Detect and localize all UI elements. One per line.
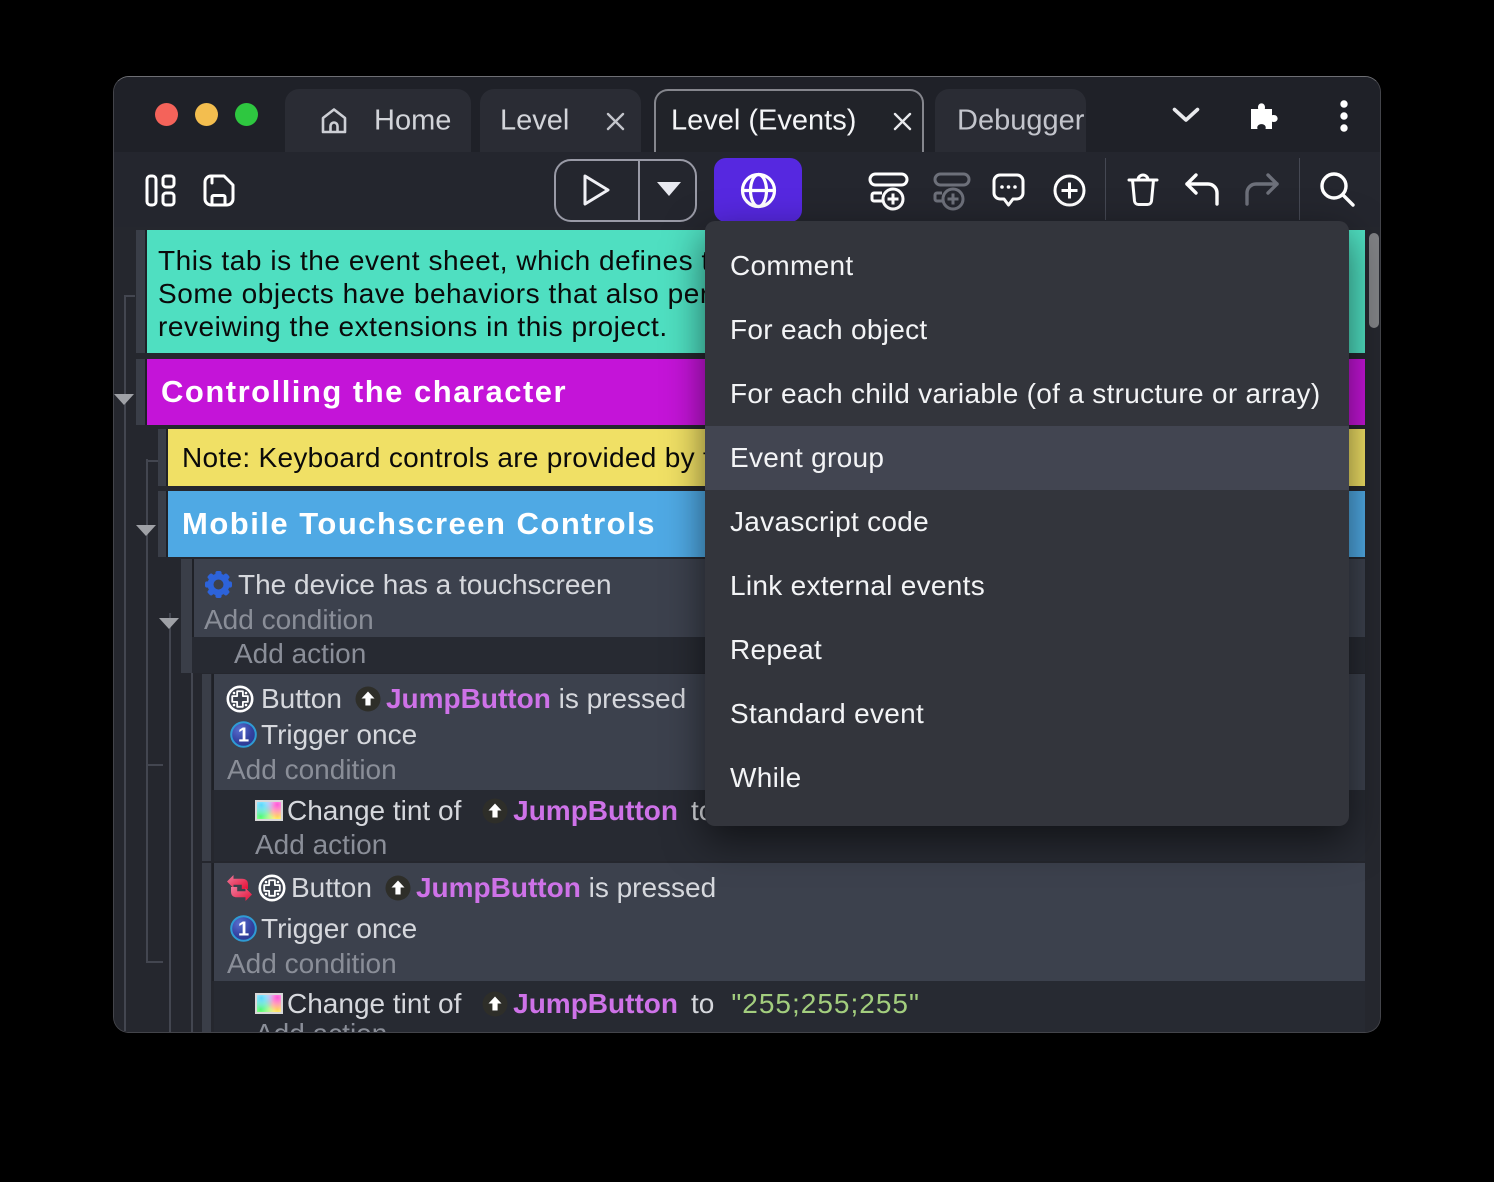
svg-text:1: 1	[238, 919, 249, 941]
svg-text:1: 1	[238, 725, 249, 747]
